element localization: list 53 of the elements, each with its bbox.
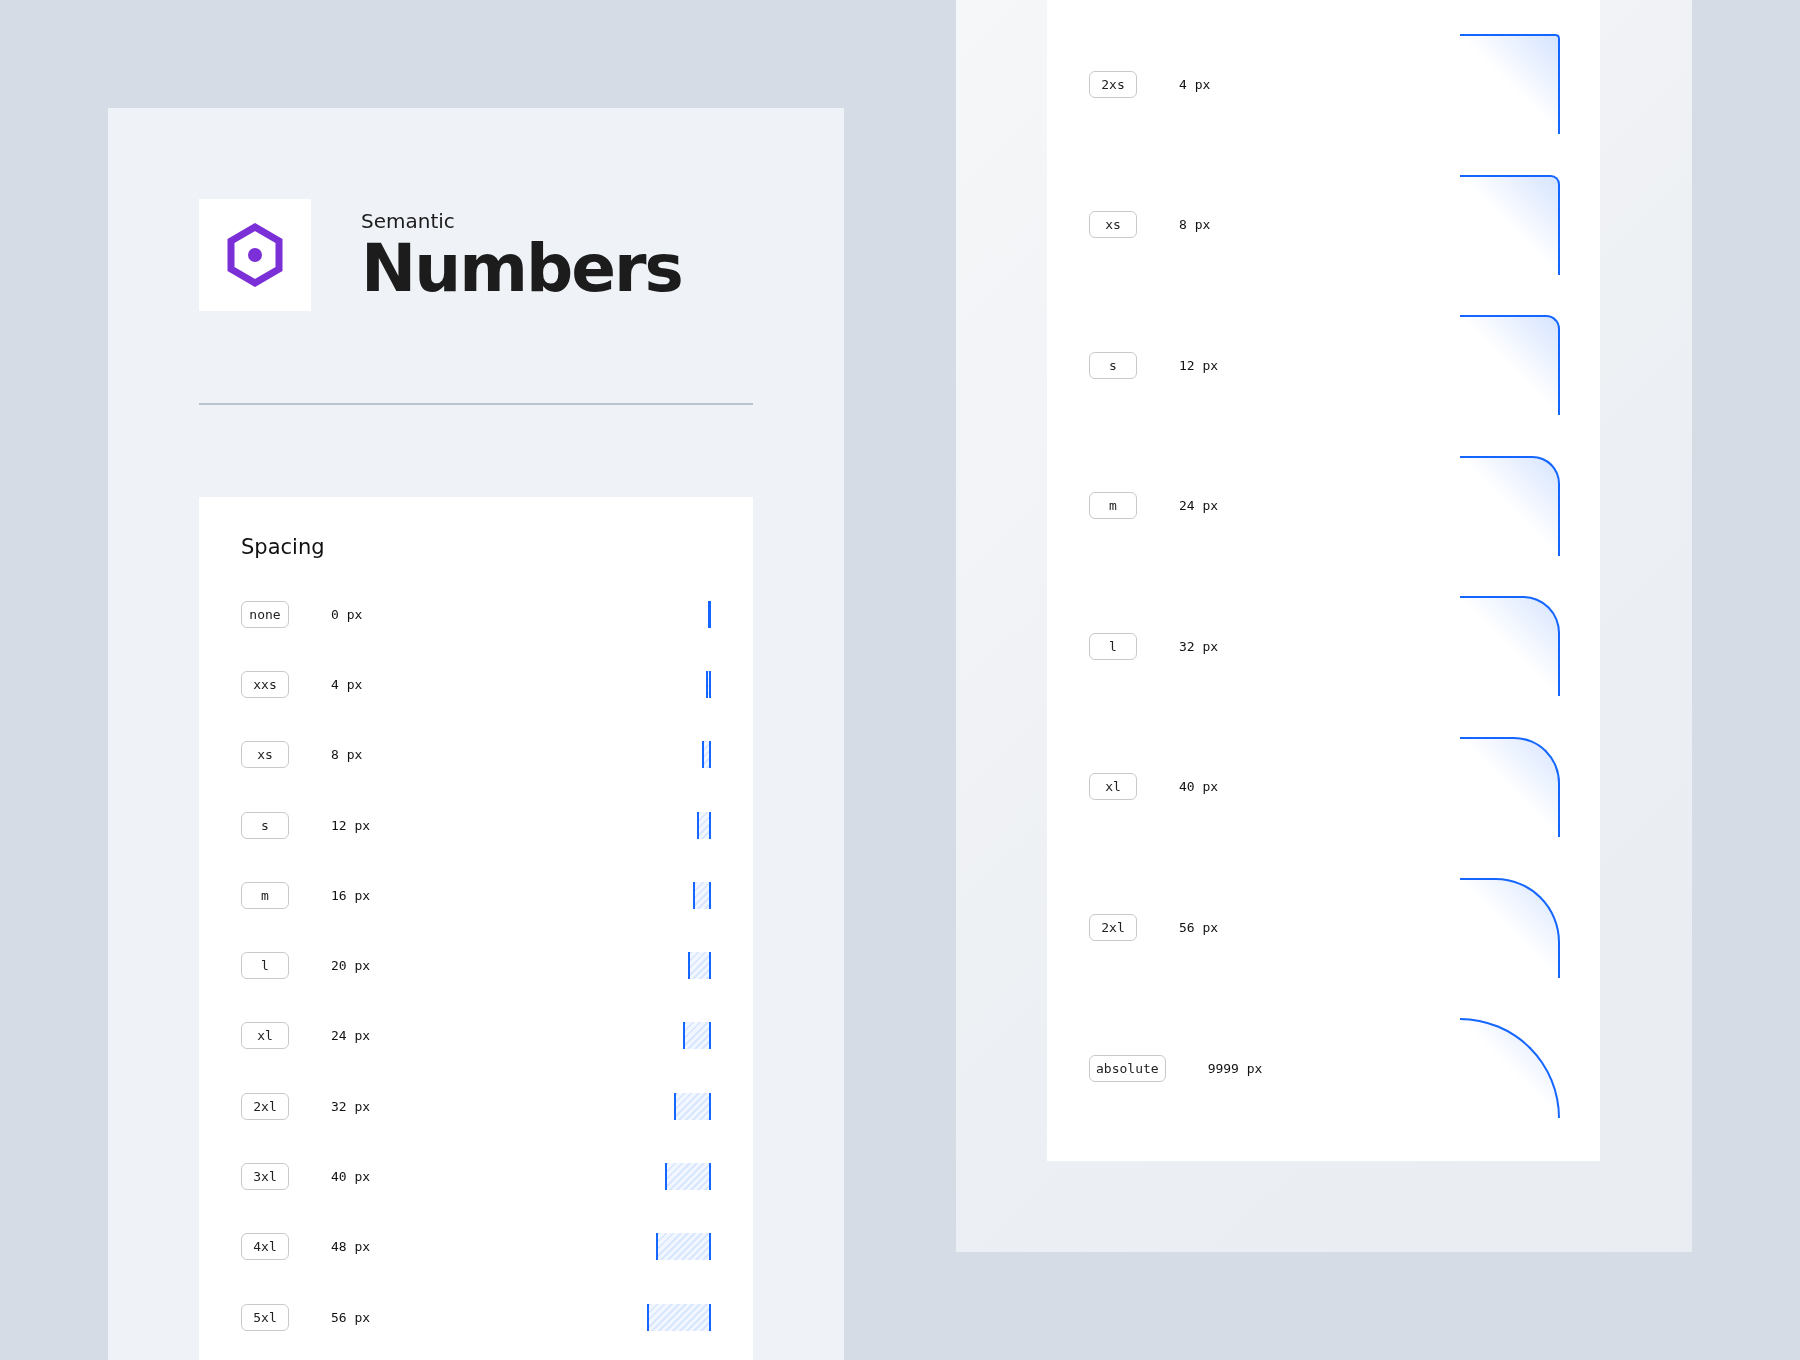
token-chip: xs (241, 741, 289, 769)
spacing-bar (708, 600, 711, 628)
token-chip: l (1089, 632, 1137, 660)
spacing-bar (706, 670, 711, 698)
value-label: 56 px (331, 1309, 371, 1325)
token-chip: xl (241, 1022, 289, 1050)
spacing-bar (697, 811, 711, 839)
value-label: 4 px (1179, 76, 1211, 92)
token-chip: s (241, 811, 289, 839)
token-chip: absolute (1089, 1054, 1166, 1082)
token-chip: 2xl (241, 1092, 289, 1120)
spacing-bar (683, 1022, 711, 1050)
token-chip: none (241, 600, 289, 628)
value-label: 16 px (331, 887, 371, 903)
value-label: 32 px (1179, 638, 1219, 654)
value-label: 40 px (1179, 779, 1219, 795)
value-label: 48 px (331, 1239, 371, 1255)
value-label: 8 px (1179, 217, 1211, 233)
spacing-bar (674, 1092, 711, 1120)
value-label: 40 px (331, 1169, 371, 1184)
hexagon-logo-icon (227, 223, 283, 287)
token-chip: 5xl (241, 1303, 289, 1331)
token-chip: m (1089, 492, 1137, 520)
value-label: 4 px (331, 676, 363, 692)
value-label: 20 px (331, 958, 371, 974)
token-chip: 2xs (1089, 70, 1137, 98)
token-chip: 4xl (241, 1233, 289, 1261)
value-label: 32 px (331, 1098, 371, 1114)
token-chip: xs (1089, 211, 1137, 239)
value-label: 24 px (331, 1028, 371, 1044)
value-label: 12 px (1179, 357, 1219, 373)
value-label: 12 px (331, 817, 371, 833)
token-chip: 3xl (241, 1163, 289, 1190)
token-chip: l (241, 952, 289, 980)
page-title: Numbers (361, 233, 682, 306)
token-chip: 2xl (1089, 914, 1137, 942)
page-eyebrow: Semantic (361, 209, 456, 233)
spacing-bar (646, 1303, 711, 1331)
token-chip: xxs (241, 670, 289, 698)
token-chip: m (241, 881, 289, 909)
value-label: 0 px (331, 606, 363, 622)
value-label: 8 px (331, 747, 363, 763)
spacing-bar (692, 881, 711, 909)
spacing-bar (701, 741, 711, 769)
value-label: 24 px (1179, 498, 1219, 514)
token-chip: xl (1089, 773, 1137, 801)
token-chip: s (1089, 351, 1137, 379)
section-title: Spacing (241, 535, 326, 559)
value-label: 56 px (1179, 920, 1219, 936)
spacing-bar (655, 1233, 711, 1261)
spacing-bar (688, 952, 711, 980)
value-label: 9999 px (1207, 1060, 1263, 1076)
spacing-bar (665, 1163, 711, 1190)
